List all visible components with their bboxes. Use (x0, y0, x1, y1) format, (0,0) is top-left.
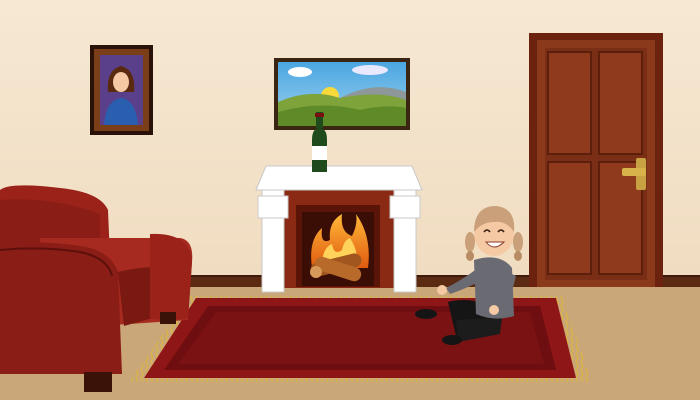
mantel (255, 165, 423, 191)
landscape-painting (274, 58, 410, 130)
living-room-scene (0, 0, 700, 400)
cloud-icon (288, 67, 312, 77)
fireplace (255, 165, 423, 293)
portrait-frame (90, 45, 153, 135)
wooden-door[interactable] (529, 33, 663, 287)
red-rug (128, 296, 592, 382)
